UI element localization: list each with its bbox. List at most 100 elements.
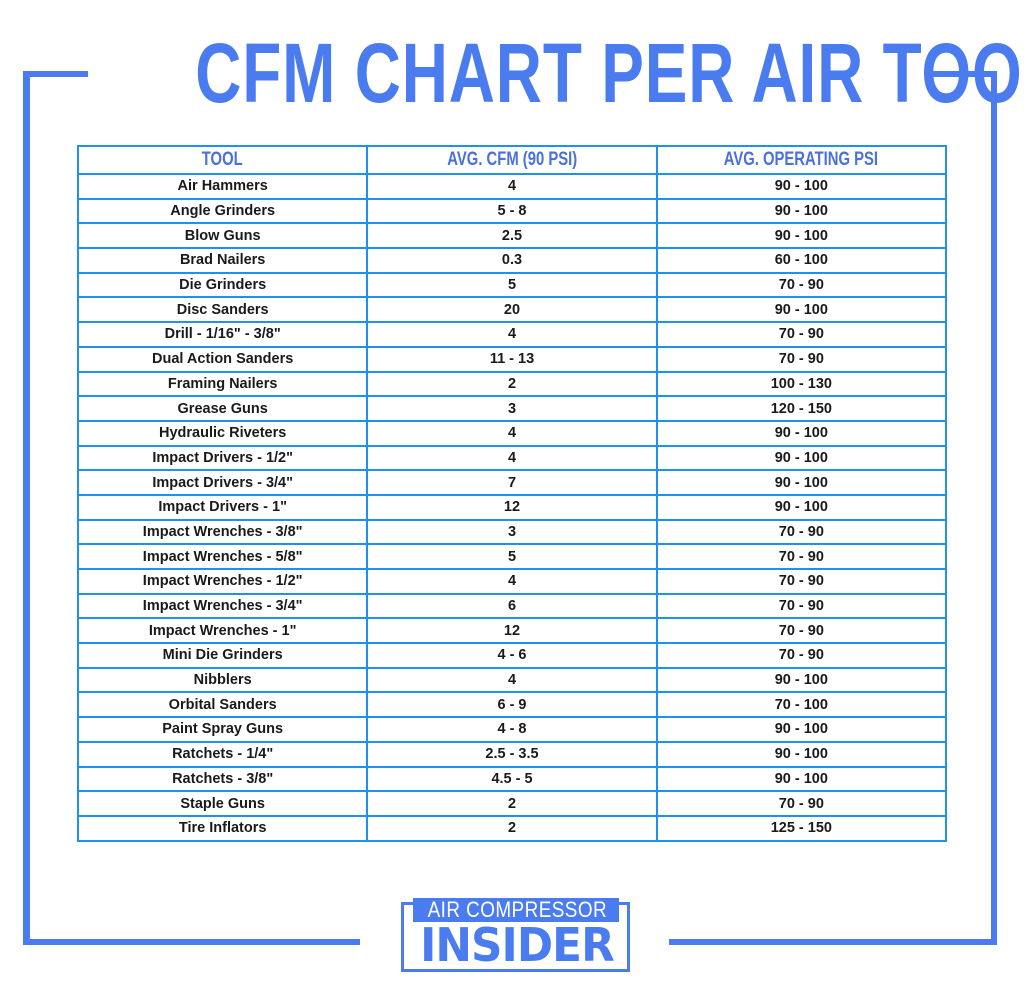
- cell-avg-cfm: 2: [366, 790, 658, 817]
- cell-avg-cfm: 20: [366, 296, 658, 324]
- table-row: Nibblers 4 90 - 100: [76, 666, 948, 694]
- cell-tool: Impact Wrenches - 1/2": [76, 568, 369, 595]
- table-row: Drill - 1/16" - 3/8" 4 70 - 90: [76, 321, 948, 348]
- cell-avg-cfm: 5 - 8: [366, 197, 658, 225]
- cell-avg-cfm: 4.5 - 5: [366, 765, 658, 793]
- cell-avg-operating-psi: 100 - 130: [655, 370, 948, 398]
- cell-tool: Staple Guns: [76, 790, 369, 817]
- table-row: Impact Drivers - 3/4" 7 90 - 100: [76, 469, 948, 496]
- logo-main-word: INSIDER: [407, 922, 627, 968]
- table-row: Mini Die Grinders 4 - 6 70 - 90: [76, 642, 948, 669]
- cell-avg-operating-psi: 90 - 100: [655, 296, 948, 324]
- cell-avg-cfm: 4: [366, 321, 658, 348]
- table-row: Orbital Sanders 6 - 9 70 - 100: [76, 691, 948, 719]
- frame-bottom-right: [669, 939, 997, 945]
- cell-tool: Impact Wrenches - 3/4": [76, 592, 369, 620]
- table-row: Impact Wrenches - 1/2" 4 70 - 90: [76, 568, 948, 595]
- frame-left: [23, 71, 30, 945]
- column-header-avg-operating-psi: AVG. OPERATING PSI: [655, 145, 948, 175]
- table-row: Dual Action Sanders 11 - 13 70 - 90: [76, 345, 948, 373]
- cell-avg-operating-psi: 70 - 90: [655, 321, 948, 348]
- cell-avg-operating-psi: 70 - 90: [655, 617, 948, 645]
- cell-avg-cfm: 4: [366, 666, 658, 694]
- table-row: Disc Sanders 20 90 - 100: [76, 296, 948, 324]
- cell-avg-cfm: 0.3: [366, 247, 658, 274]
- cell-tool: Paint Spray Guns: [76, 716, 369, 743]
- cell-avg-cfm: 6 - 9: [366, 691, 658, 719]
- cell-avg-operating-psi: 90 - 100: [655, 173, 948, 200]
- column-header-avg-cfm: AVG. CFM (90 PSI): [366, 145, 658, 175]
- cell-tool: Orbital Sanders: [76, 691, 369, 719]
- cell-tool: Hydraulic Riveters: [76, 419, 369, 447]
- cell-avg-cfm: 2.5 - 3.5: [366, 740, 658, 768]
- cell-tool: Dual Action Sanders: [76, 345, 369, 373]
- table-row: Blow Guns 2.5 90 - 100: [76, 222, 948, 250]
- cell-tool: Mini Die Grinders: [76, 642, 369, 669]
- cell-avg-cfm: 12: [366, 617, 658, 645]
- table-row: Impact Drivers - 1" 12 90 - 100: [76, 493, 948, 521]
- cell-tool: Angle Grinders: [76, 197, 369, 225]
- cell-avg-operating-psi: 90 - 100: [655, 666, 948, 694]
- table-row: Impact Wrenches - 3/8" 3 70 - 90: [76, 518, 948, 546]
- cell-avg-operating-psi: 90 - 100: [655, 493, 948, 521]
- cell-avg-operating-psi: 120 - 150: [655, 395, 948, 422]
- cell-avg-operating-psi: 70 - 90: [655, 345, 948, 373]
- cell-avg-operating-psi: 90 - 100: [655, 765, 948, 793]
- air-compressor-insider-logo: AIR COMPRESSOR INSIDER: [401, 896, 630, 972]
- cell-avg-cfm: 2: [366, 814, 658, 842]
- cell-avg-operating-psi: 70 - 90: [655, 543, 948, 570]
- table-row: Hydraulic Riveters 4 90 - 100: [76, 419, 948, 447]
- cell-avg-operating-psi: 90 - 100: [655, 444, 948, 472]
- table-row: Ratchets - 1/4" 2.5 - 3.5 90 - 100: [76, 740, 948, 768]
- cell-tool: Disc Sanders: [76, 296, 369, 324]
- cell-tool: Ratchets - 3/8": [76, 765, 369, 793]
- cell-tool: Impact Drivers - 1": [76, 493, 369, 521]
- cell-avg-operating-psi: 90 - 100: [655, 222, 948, 250]
- cell-avg-operating-psi: 70 - 90: [655, 642, 948, 669]
- table-row: Brad Nailers 0.3 60 - 100: [76, 247, 948, 274]
- table-row: Grease Guns 3 120 - 150: [76, 395, 948, 422]
- table-row: Framing Nailers 2 100 - 130: [76, 370, 948, 398]
- cell-avg-operating-psi: 70 - 100: [655, 691, 948, 719]
- page-title-text: CFM CHART PER AIR TOOL: [195, 25, 1024, 121]
- table-row: Air Hammers 4 90 - 100: [76, 173, 948, 200]
- logo-main-text: INSIDER: [420, 918, 615, 972]
- cell-avg-operating-psi: 90 - 100: [655, 740, 948, 768]
- cell-avg-cfm: 7: [366, 469, 658, 496]
- cell-avg-cfm: 2.5: [366, 222, 658, 250]
- cell-tool: Blow Guns: [76, 222, 369, 250]
- cell-avg-cfm: 3: [366, 395, 658, 422]
- cell-tool: Nibblers: [76, 666, 369, 694]
- cell-avg-cfm: 4: [366, 568, 658, 595]
- table-row: Impact Wrenches - 1" 12 70 - 90: [76, 617, 948, 645]
- cell-tool: Impact Wrenches - 3/8": [76, 518, 369, 546]
- cfm-table-container: TOOL AVG. CFM (90 PSI) AVG. OPERATING PS…: [76, 145, 948, 842]
- cell-avg-operating-psi: 70 - 90: [655, 518, 948, 546]
- cell-avg-operating-psi: 90 - 100: [655, 197, 948, 225]
- cell-avg-cfm: 4 - 8: [366, 716, 658, 743]
- cell-avg-operating-psi: 70 - 90: [655, 271, 948, 299]
- cell-avg-operating-psi: 90 - 100: [655, 469, 948, 496]
- frame-right: [991, 71, 997, 945]
- table-row: Ratchets - 3/8" 4.5 - 5 90 - 100: [76, 765, 948, 793]
- cell-avg-cfm: 4: [366, 419, 658, 447]
- cell-avg-cfm: 12: [366, 493, 658, 521]
- table-row: Tire Inflators 2 125 - 150: [76, 814, 948, 842]
- table-header-row: TOOL AVG. CFM (90 PSI) AVG. OPERATING PS…: [76, 145, 948, 175]
- cell-tool: Impact Wrenches - 1": [76, 617, 369, 645]
- cell-tool: Impact Drivers - 3/4": [76, 469, 369, 496]
- cell-tool: Tire Inflators: [76, 814, 369, 842]
- cell-tool: Grease Guns: [76, 395, 369, 422]
- cell-avg-operating-psi: 70 - 90: [655, 790, 948, 817]
- cell-tool: Impact Drivers - 1/2": [76, 444, 369, 472]
- table-row: Paint Spray Guns 4 - 8 90 - 100: [76, 716, 948, 743]
- frame-bottom-left: [23, 939, 360, 945]
- table-row: Angle Grinders 5 - 8 90 - 100: [76, 197, 948, 225]
- table-row: Die Grinders 5 70 - 90: [76, 271, 948, 299]
- cell-avg-operating-psi: 90 - 100: [655, 419, 948, 447]
- cell-tool: Impact Wrenches - 5/8": [76, 543, 369, 570]
- table-row: Impact Wrenches - 5/8" 5 70 - 90: [76, 543, 948, 570]
- cell-avg-cfm: 5: [366, 271, 658, 299]
- cell-avg-operating-psi: 60 - 100: [655, 247, 948, 274]
- cell-avg-cfm: 11 - 13: [366, 345, 658, 373]
